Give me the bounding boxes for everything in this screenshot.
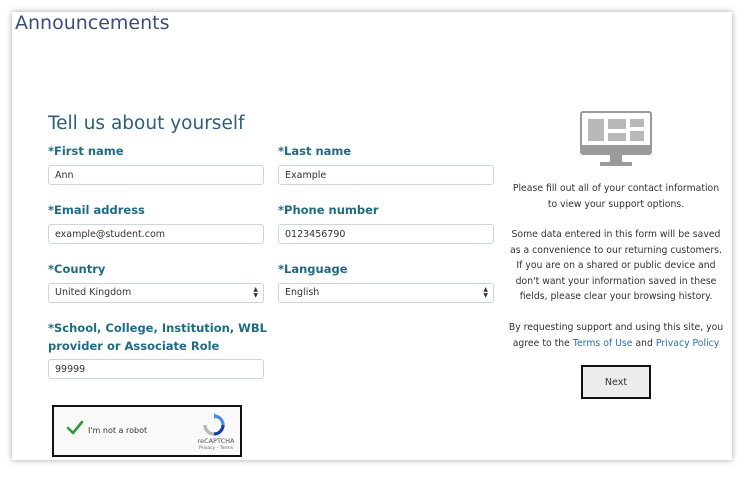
select-arrows-icon: ▲ ▼ — [483, 286, 488, 299]
captcha-brand: reCAPTCHA — [197, 437, 235, 445]
captcha-label: I'm not a robot — [88, 426, 148, 435]
monitor-icon — [580, 111, 652, 166]
recaptcha-logo-icon — [203, 413, 225, 436]
phone-label: *Phone number — [278, 203, 379, 217]
language-label: *Language — [278, 262, 348, 276]
next-button-label: Next — [604, 376, 628, 388]
privacy-policy-link[interactable]: Privacy Policy — [656, 338, 719, 349]
captcha-privacy-terms[interactable]: Privacy - Terms — [194, 446, 238, 451]
main-panel: Announcements Tell us about yourself *Fi… — [12, 12, 732, 460]
info-paragraph-1: Please fill out all of your contact info… — [512, 183, 720, 210]
first-name-input[interactable] — [48, 165, 264, 185]
select-arrows-icon: ▲ ▼ — [253, 286, 258, 299]
last-name-input[interactable] — [278, 165, 494, 185]
first-name-label: *First name — [48, 144, 124, 158]
language-select-value: English — [285, 287, 320, 298]
info-paragraph-3: By requesting support and using this sit… — [507, 320, 725, 351]
checkmark-icon[interactable] — [66, 419, 84, 437]
country-select[interactable]: United Kingdom ▲ ▼ — [48, 283, 264, 303]
next-button[interactable]: Next — [581, 365, 651, 399]
recaptcha-widget: I'm not a robot reCAPTCHA Privacy - Term… — [52, 405, 242, 457]
institution-label-line2: provider or Associate Role — [48, 339, 220, 353]
email-label: *Email address — [48, 203, 145, 217]
last-name-label: *Last name — [278, 144, 352, 158]
info-p3-and: and — [635, 337, 653, 349]
phone-input[interactable] — [278, 224, 494, 244]
country-label: *Country — [48, 262, 106, 276]
page-heading: Announcements — [15, 12, 170, 34]
language-select[interactable]: English ▲ ▼ — [278, 283, 494, 303]
email-input[interactable] — [48, 224, 264, 244]
country-select-value: United Kingdom — [55, 287, 132, 298]
info-paragraph-2: Some data entered in this form will be s… — [510, 229, 722, 302]
form-title: Tell us about yourself — [48, 113, 245, 134]
institution-input[interactable] — [48, 359, 264, 379]
terms-of-use-link[interactable]: Terms of Use — [573, 338, 633, 349]
institution-label-line1: *School, College, Institution, WBL — [48, 321, 267, 335]
